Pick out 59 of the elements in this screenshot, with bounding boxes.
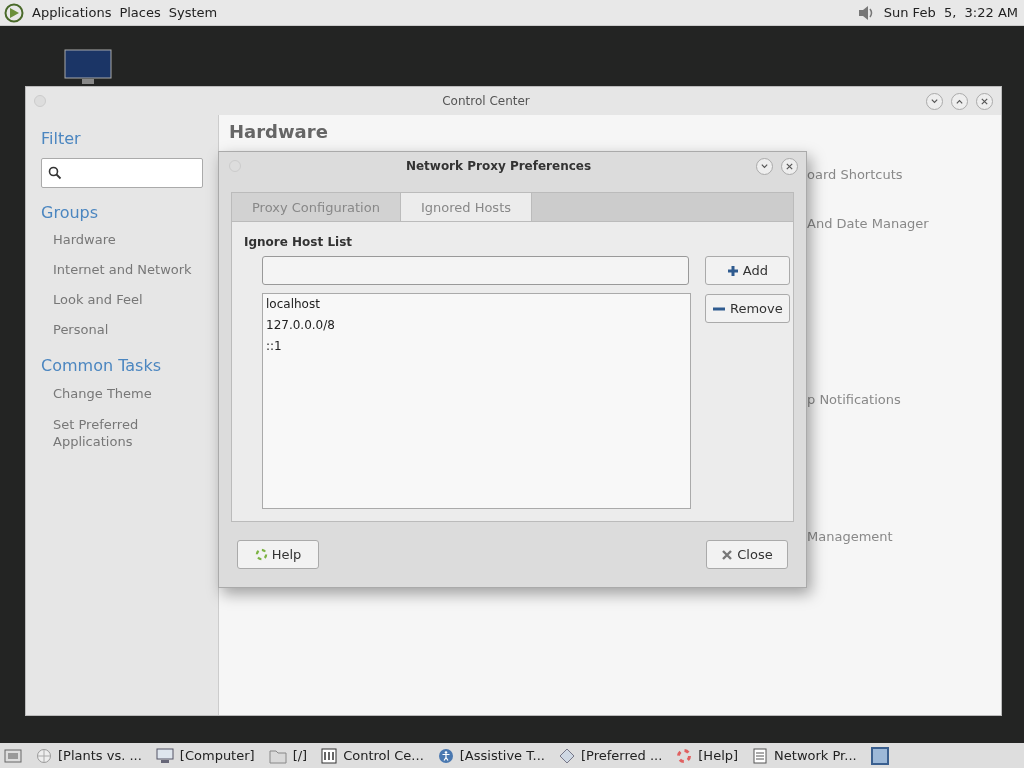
host-entry[interactable]: ::1 [266,339,687,360]
taskbar-button[interactable]: [Assistive T... [437,747,545,764]
show-desktop-icon[interactable] [4,747,22,764]
menu-item[interactable]: Applications [32,5,112,20]
accessibility-icon [437,747,454,764]
sidebar-item[interactable]: Personal [41,322,203,352]
window-title: Control Center [441,94,531,108]
plus-icon [726,264,739,277]
sidebar-item[interactable]: Hardware [41,232,203,262]
task-link[interactable]: Set Preferred Applications [41,416,203,450]
computer-icon[interactable] [64,49,112,85]
host-entry[interactable]: 127.0.0.0/8 [266,318,687,339]
taskbar-button[interactable]: [/] [268,747,308,764]
document-icon [752,747,769,764]
remove-button[interactable]: Remove [705,294,790,323]
taskbar-button[interactable]: Control Ce... [321,747,424,764]
sidebar-heading: Common Tasks [41,356,162,375]
globe-icon [36,747,52,764]
section-title: Hardware [228,120,329,144]
dialog-title: Network Proxy Preferences [404,159,593,173]
host-entry[interactable]: localhost [266,297,687,318]
help-button[interactable]: Help [237,540,319,569]
taskbar-button[interactable]: Network Pr... [752,747,857,764]
computer-icon [155,747,174,764]
add-button[interactable]: Add [705,256,790,285]
chevron-down-icon [760,161,769,171]
maximize-button[interactable] [951,92,968,110]
sidebar-item[interactable]: Look and Feel [41,292,203,322]
minimize-button[interactable] [926,92,943,110]
task-link[interactable]: Change Theme [41,385,203,402]
taskbar-button[interactable]: [Computer] [155,747,255,764]
taskbar-button[interactable]: [Help] [676,747,739,764]
lifebuoy-icon [254,548,268,561]
menu-item[interactable]: System [168,5,218,20]
chevron-down-icon [930,96,939,106]
logo-icon[interactable] [4,2,24,23]
workspace-switcher[interactable] [870,746,889,765]
minimize-button[interactable] [756,157,773,175]
close-icon [721,548,734,561]
menu-item[interactable]: Places [119,5,161,20]
close-button[interactable] [976,92,993,110]
filter-field[interactable] [41,158,203,188]
sidebar-item[interactable]: Internet and Network [41,262,203,292]
control-panel-icon [321,747,338,764]
search-icon [48,166,62,180]
close-icon [785,161,794,171]
sidebar-heading: Filter [41,129,82,148]
taskbar-button[interactable]: [Plants vs. ... [36,747,142,764]
close-icon [980,96,989,106]
close-button[interactable] [781,157,798,175]
list-label: Ignore Host List [244,235,354,249]
folder-icon [268,747,287,764]
clock[interactable]: Sun Feb 5, 3:22 AM [883,5,1018,20]
host-input-field[interactable] [262,256,689,285]
taskbar-button[interactable]: [Preferred ... [559,747,663,764]
sidebar-heading: Groups [41,203,100,222]
close-button[interactable]: Close [706,540,788,569]
diamond-icon [559,747,575,764]
lifebuoy-icon [676,747,693,764]
